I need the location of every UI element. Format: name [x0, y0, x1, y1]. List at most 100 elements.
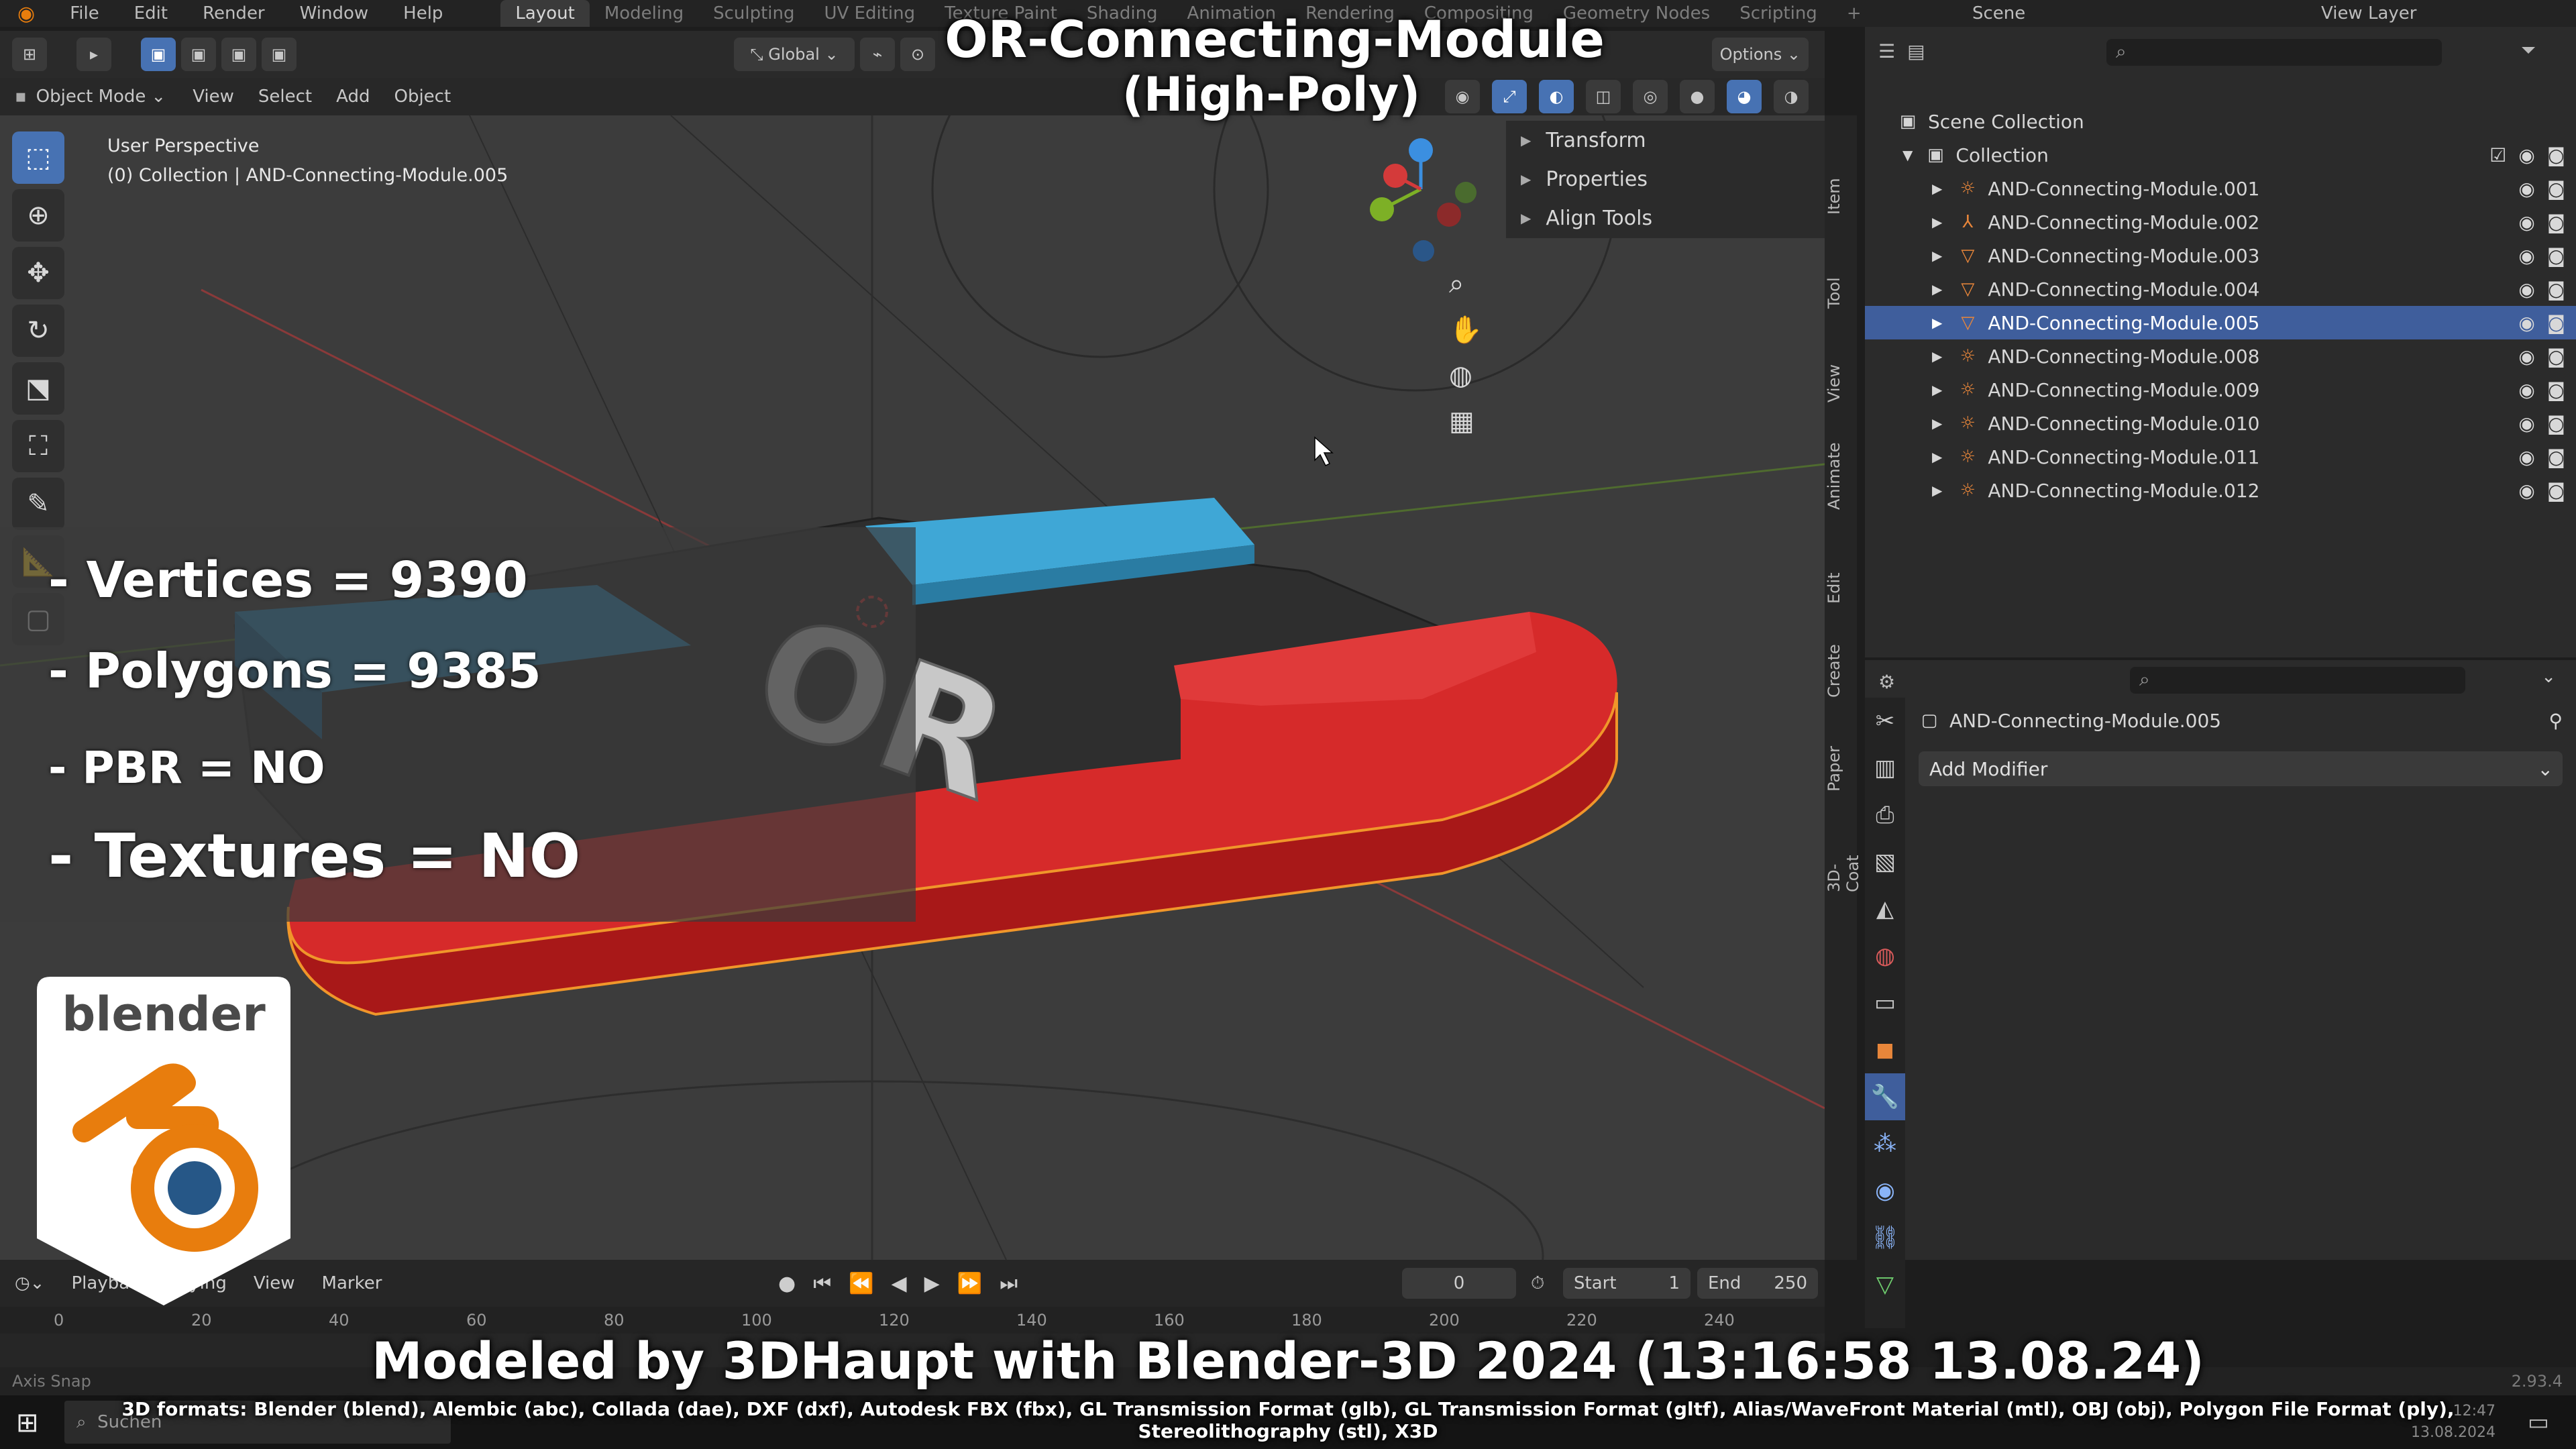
world-properties-icon[interactable]: ◍	[1865, 932, 1905, 979]
select-mode-new-icon[interactable]: ▣	[141, 38, 176, 71]
timeline-ruler[interactable]: 0 20 40 60 80 100 120 140 160 180 200 220 240	[0, 1307, 1825, 1334]
select-mode-invert-icon[interactable]: ▣	[262, 38, 297, 71]
outliner-search-input[interactable]: ⌕	[2106, 39, 2442, 66]
editor-type-icon[interactable]: ⊞	[12, 38, 47, 71]
rotate-tool-icon[interactable]: ↻	[12, 305, 64, 357]
menu-marker[interactable]: Marker	[322, 1273, 382, 1293]
tab-animate[interactable]: Animate	[1825, 442, 1843, 510]
outliner-item[interactable]: ▶ ☼ AND-Connecting-Module.012 ◉ ◙	[1865, 474, 2576, 507]
properties-editor-icon[interactable]: ⚙	[1878, 671, 1895, 693]
expand-icon[interactable]: ▶	[1932, 315, 1942, 331]
camera-icon[interactable]: ◙	[2547, 178, 2565, 200]
tab-edit[interactable]: Edit	[1825, 572, 1843, 604]
next-keyframe-icon[interactable]: ⏩	[957, 1272, 982, 1295]
windows-start-icon[interactable]: ⊞	[16, 1407, 39, 1438]
overlays-icon[interactable]: ◐	[1539, 80, 1574, 113]
eye-icon[interactable]: ◉	[2518, 480, 2534, 502]
select-mode-extend-icon[interactable]: ▣	[181, 38, 216, 71]
outliner-item[interactable]: ▶ ☼ AND-Connecting-Module.008 ◉ ◙	[1865, 339, 2576, 373]
shading-solid-icon[interactable]: ●	[1680, 80, 1715, 113]
eye-icon[interactable]: ◉	[2518, 178, 2534, 200]
view-layer-selector[interactable]: View Layer	[2321, 3, 2416, 23]
add-workspace-icon[interactable]: +	[1832, 3, 1876, 23]
expand-icon[interactable]: ▶	[1932, 449, 1942, 465]
eye-icon[interactable]: ◉	[2518, 379, 2534, 401]
eye-icon[interactable]: ◉	[2518, 245, 2534, 267]
eye-icon[interactable]: ◉	[2518, 144, 2534, 166]
prev-keyframe-icon[interactable]: ⏪	[849, 1272, 873, 1295]
start-frame-field[interactable]: Start 1	[1563, 1268, 1690, 1299]
outliner-item[interactable]: ▶ ☼ AND-Connecting-Module.011 ◉ ◙	[1865, 440, 2576, 474]
tool-properties-icon[interactable]: ✂	[1865, 698, 1905, 745]
expand-icon[interactable]: ▶	[1932, 348, 1942, 364]
camera-icon[interactable]: ◙	[2547, 446, 2565, 468]
eye-icon[interactable]: ◉	[2518, 446, 2534, 468]
physics-icon[interactable]: ◉	[1865, 1167, 1905, 1214]
stopwatch-icon[interactable]: ⏱	[1531, 1273, 1544, 1294]
jump-start-icon[interactable]: ⏮	[813, 1272, 831, 1295]
data-properties-icon[interactable]: ▽	[1865, 1261, 1905, 1308]
end-frame-field[interactable]: End 250	[1697, 1268, 1818, 1299]
expand-icon[interactable]: ▶	[1932, 214, 1942, 230]
transform-tool-icon[interactable]: ⛶	[12, 420, 64, 472]
scene-properties-icon[interactable]: ◭	[1865, 885, 1905, 932]
menu-view[interactable]: View	[193, 87, 234, 107]
tab-layout[interactable]: Layout	[500, 0, 590, 27]
navigation-gizmo[interactable]	[1370, 138, 1477, 262]
ortho-grid-icon[interactable]: ▦	[1449, 406, 1483, 437]
outliner-item[interactable]: ▶ ☼ AND-Connecting-Module.009 ◉ ◙	[1865, 373, 2576, 407]
filter-icon[interactable]: ⏷	[2521, 39, 2536, 62]
move-tool-icon[interactable]: ✥	[12, 247, 64, 299]
panel-properties[interactable]: ▶ Properties	[1506, 160, 1825, 199]
expand-icon[interactable]: ▶	[1932, 180, 1942, 197]
cursor-tool-icon[interactable]: ⊕	[12, 189, 64, 241]
camera-icon[interactable]: ◙	[2547, 312, 2565, 334]
expand-icon[interactable]: ▶	[1932, 281, 1942, 297]
add-modifier-dropdown[interactable]: Add Modifier ⌄	[1919, 751, 2563, 786]
eye-icon[interactable]: ◉	[2518, 278, 2534, 301]
eye-icon[interactable]: ◉	[2518, 345, 2534, 368]
tab-sculpting[interactable]: Sculpting	[698, 3, 809, 23]
expand-icon[interactable]: ▶	[1932, 382, 1942, 398]
eye-icon[interactable]: ◉	[2518, 312, 2534, 334]
camera-icon[interactable]: ◙	[2547, 413, 2565, 435]
outliner-item[interactable]: ▶ ▽ AND-Connecting-Module.004 ◉ ◙	[1865, 272, 2576, 306]
tab-scripting[interactable]: Scripting	[1725, 3, 1832, 23]
outliner-item[interactable]: ▶ ▽ AND-Connecting-Module.005 ◉ ◙	[1865, 306, 2576, 339]
panel-align-tools[interactable]: ▶ Align Tools	[1506, 199, 1825, 237]
camera-icon[interactable]: ◍	[1449, 360, 1483, 391]
options-dropdown[interactable]: Options ⌄	[1711, 38, 1809, 71]
expand-icon[interactable]: ▶	[1932, 248, 1942, 264]
pan-hand-icon[interactable]: ✋	[1449, 314, 1483, 345]
zoom-icon[interactable]: ⌕	[1449, 268, 1483, 299]
object-mode-dropdown[interactable]: Object Mode	[36, 87, 146, 107]
collapse-icon[interactable]: ▼	[1902, 147, 1913, 163]
menu-object[interactable]: Object	[394, 87, 451, 107]
menu-edit[interactable]: Edit	[117, 3, 185, 23]
view-layer-icon[interactable]: ▧	[1865, 839, 1905, 885]
chevron-down-icon[interactable]: ⌄	[2541, 667, 2556, 687]
menu-select[interactable]: Select	[258, 87, 312, 107]
camera-icon[interactable]: ◙	[2547, 345, 2565, 368]
outliner-item[interactable]: ▶ ⅄ AND-Connecting-Module.002 ◉ ◙	[1865, 205, 2576, 239]
checkbox-icon[interactable]: ☑	[2489, 144, 2506, 166]
expand-icon[interactable]: ▶	[1932, 415, 1942, 431]
outliner-item[interactable]: ▶ ▽ AND-Connecting-Module.003 ◉ ◙	[1865, 239, 2576, 272]
eye-icon[interactable]: ◉	[2518, 211, 2534, 233]
expand-icon[interactable]: ▶	[1932, 482, 1942, 498]
annotate-tool-icon[interactable]: ✎	[12, 478, 64, 530]
scene-selector[interactable]: Scene	[1972, 3, 2025, 23]
scale-tool-icon[interactable]: ⬔	[12, 362, 64, 415]
tab-3d-coat[interactable]: 3D-Coat	[1825, 855, 1862, 892]
menu-add[interactable]: Add	[336, 87, 370, 107]
outliner-display-mode-icon[interactable]: ▤	[1907, 40, 1925, 62]
pin-icon[interactable]: ⚲	[2548, 710, 2563, 732]
xray-icon[interactable]: ◫	[1586, 80, 1621, 113]
current-frame-field[interactable]: 0	[1402, 1268, 1516, 1299]
menu-window[interactable]: Window	[282, 3, 386, 23]
panel-transform[interactable]: ▶ Transform	[1506, 121, 1825, 160]
select-mode-subtract-icon[interactable]: ▣	[221, 38, 256, 71]
shading-rendered-icon[interactable]: ◑	[1774, 80, 1809, 113]
camera-icon[interactable]: ◙	[2547, 278, 2565, 301]
particles-icon[interactable]: ⁂	[1865, 1120, 1905, 1167]
